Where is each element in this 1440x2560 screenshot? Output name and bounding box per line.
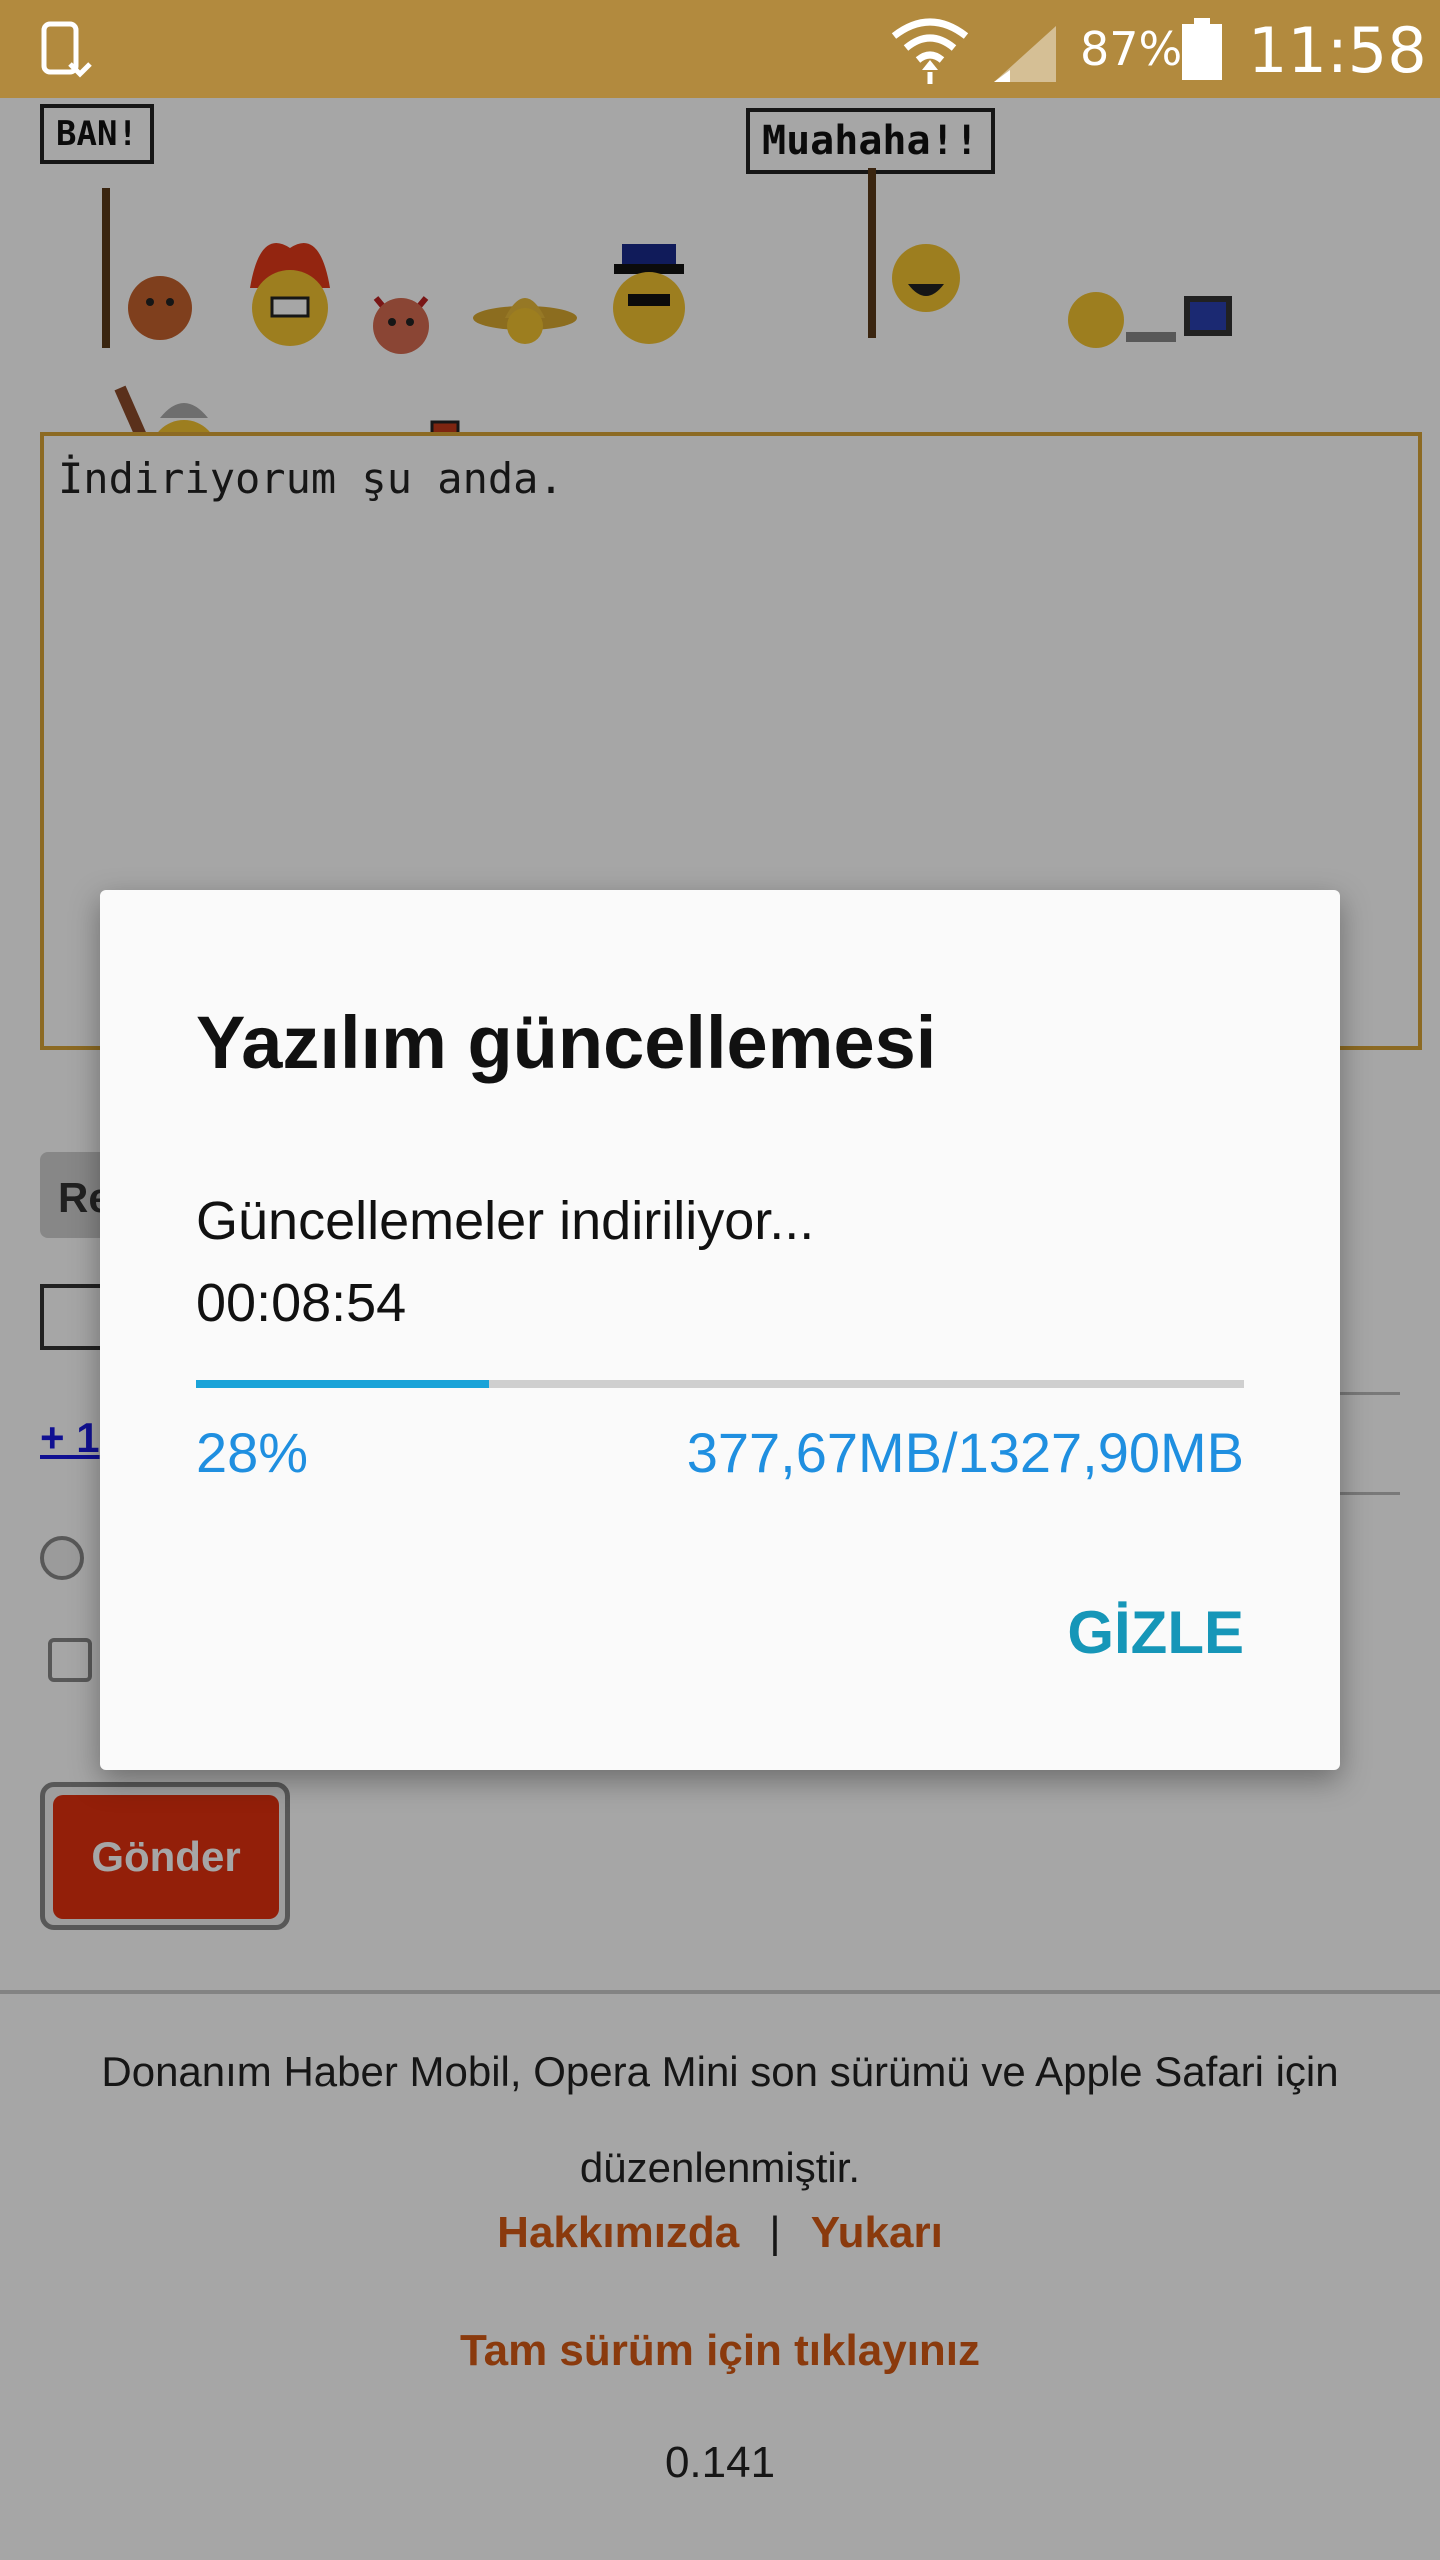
download-progress-fill — [196, 1380, 490, 1388]
download-status-text: Güncellemeler indiriliyor... — [196, 1191, 815, 1251]
status-bar: 87% 11:58 — [0, 0, 1440, 98]
software-update-dialog: Yazılım güncellemesi Güncellemeler indir… — [100, 890, 1340, 1770]
wifi-icon — [891, 18, 969, 84]
download-progress-bar — [196, 1380, 1244, 1388]
clock: 11:58 — [1248, 14, 1427, 87]
battery-percent: 87% — [1080, 22, 1183, 76]
dialog-title: Yazılım güncellemesi — [196, 1001, 937, 1084]
signal-icon — [994, 26, 1056, 82]
elapsed-time: 00:08:54 — [196, 1273, 407, 1333]
battery-icon — [1182, 18, 1222, 80]
progress-percent: 28% — [196, 1421, 309, 1484]
download-size: 377,67MB/1327,90MB — [686, 1421, 1244, 1484]
hide-button[interactable]: GİZLE — [1067, 1598, 1244, 1667]
dialog-message: Güncellemeler indiriliyor... 00:08:54 — [196, 1180, 814, 1344]
sim-card-icon — [41, 21, 92, 78]
